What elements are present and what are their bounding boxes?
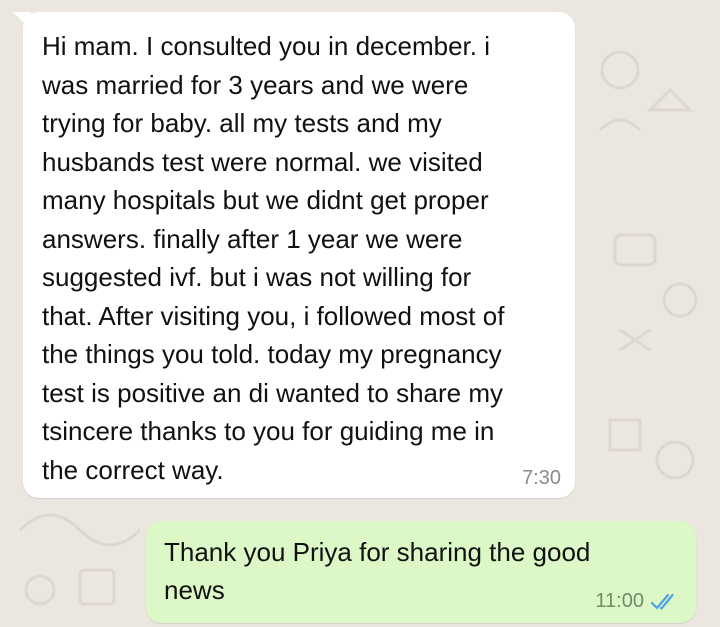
wallpaper-doodle-icon <box>18 513 140 606</box>
wallpaper-doodle-icon <box>613 233 698 352</box>
message-meta: 11:00 <box>595 590 680 613</box>
outgoing-message-bubble[interactable]: Thank you Priya for sharing the good new… <box>146 521 696 623</box>
bubble-tail <box>13 12 31 30</box>
message-timestamp: 11:00 <box>595 590 644 612</box>
message-text: Hi mam. I consulted you in december. i w… <box>42 31 505 485</box>
wallpaper-doodle-icon <box>598 50 694 132</box>
double-check-read-icon <box>650 593 674 610</box>
wallpaper-doodle-icon <box>608 418 695 480</box>
message-timestamp: 7:30 <box>522 467 561 489</box>
incoming-message-bubble[interactable]: Hi mam. I consulted you in december. i w… <box>13 12 575 498</box>
